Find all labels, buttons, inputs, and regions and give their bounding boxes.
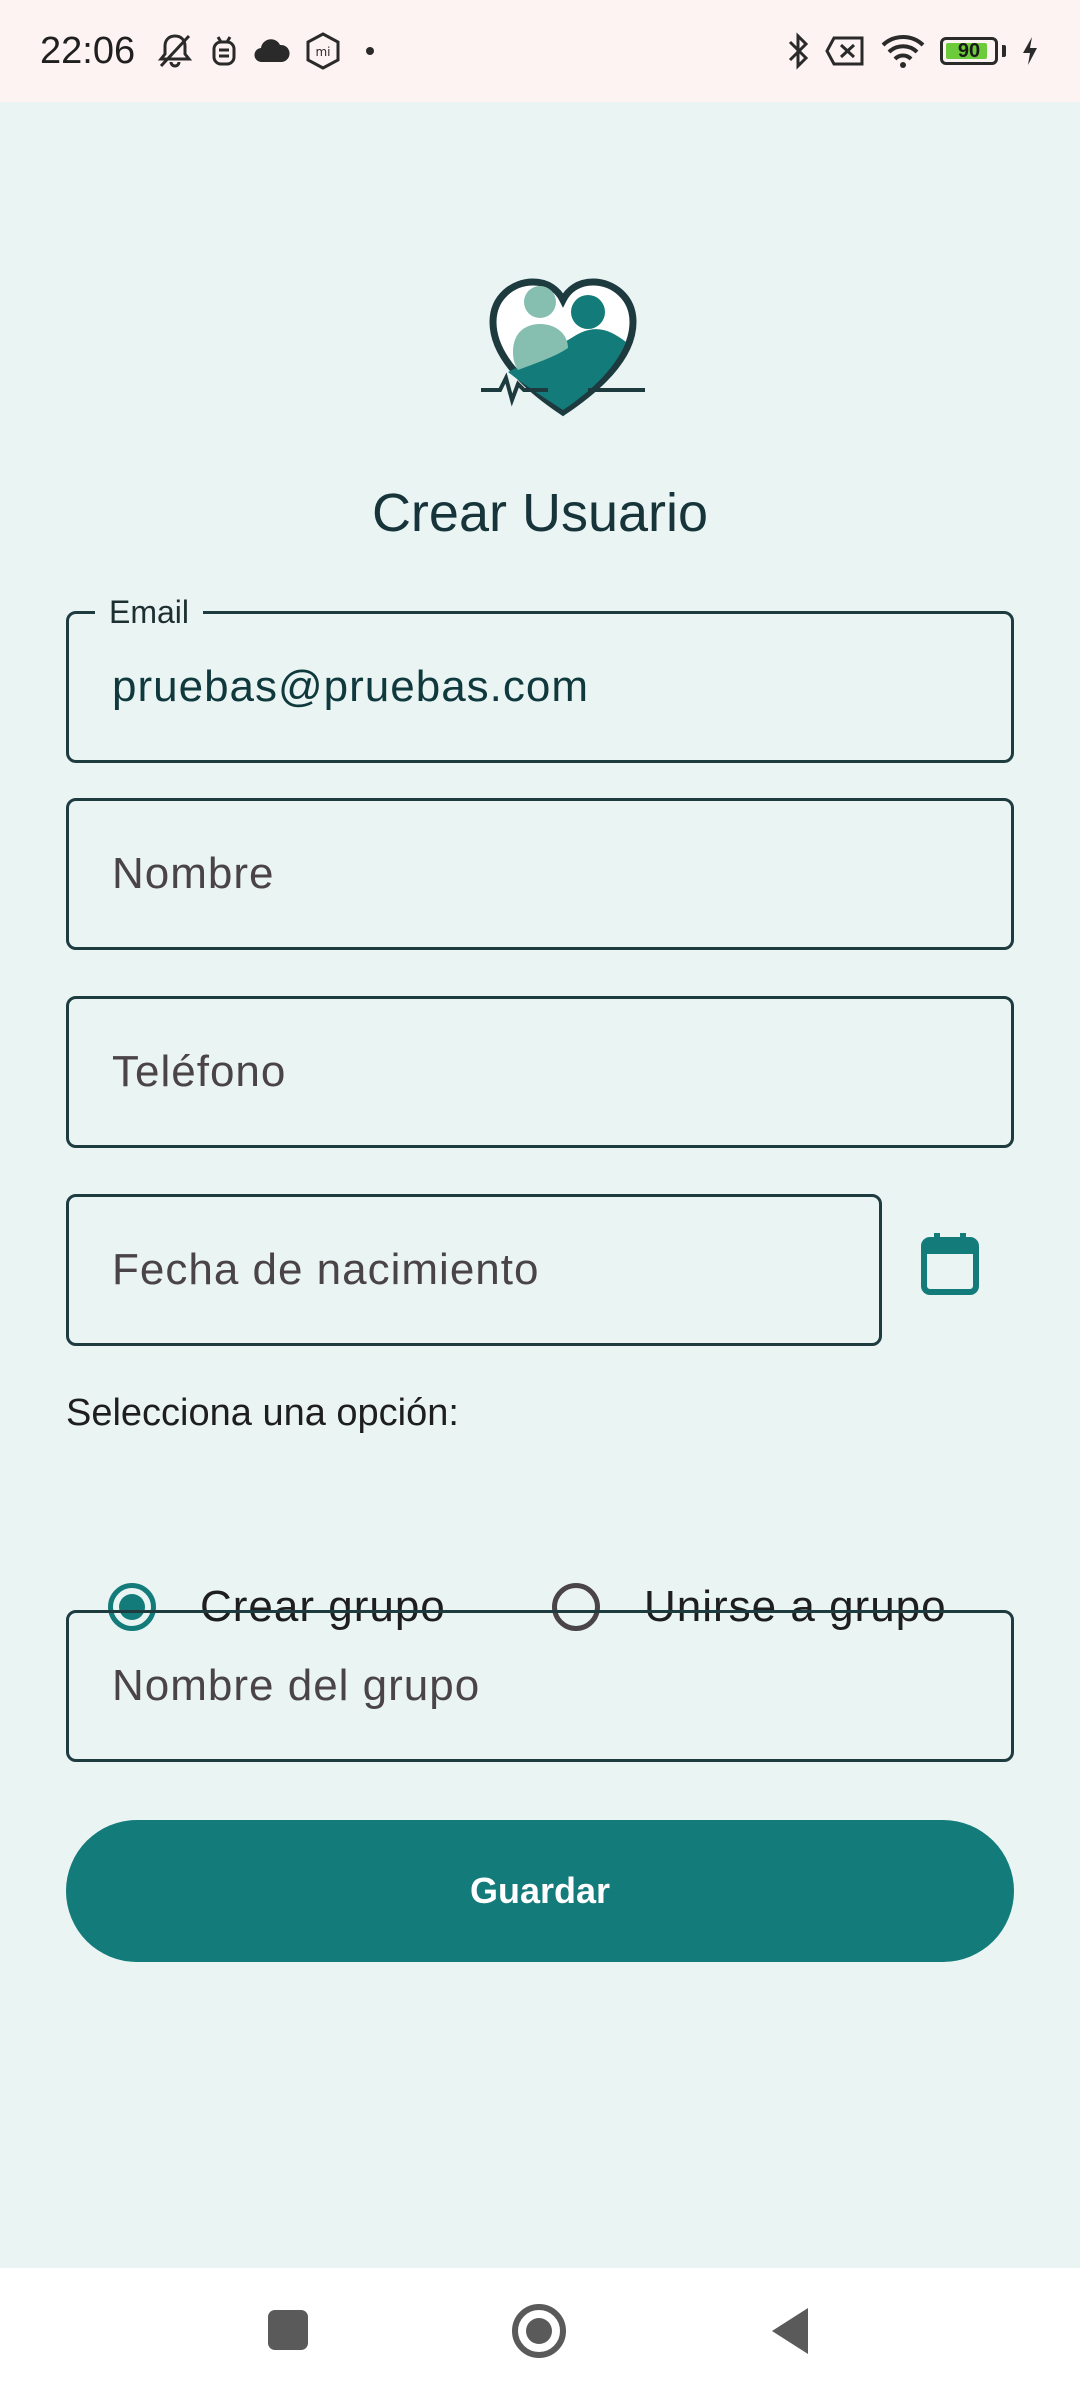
status-time: 22:06 <box>40 29 136 72</box>
email-field[interactable]: Email pruebas@pruebas.com <box>66 594 1014 763</box>
name-placeholder: Nombre <box>112 849 275 898</box>
navigation-bar <box>0 2268 1080 2400</box>
dot-icon <box>355 45 385 57</box>
status-right: 90 <box>786 31 1040 71</box>
birthdate-placeholder: Fecha de nacimiento <box>112 1245 540 1294</box>
birthdate-field[interactable]: Fecha de nacimiento <box>66 1194 882 1346</box>
save-button[interactable]: Guardar <box>66 1820 1014 1962</box>
mi-icon: mi <box>305 32 341 70</box>
calendar-button[interactable] <box>914 1226 986 1306</box>
robot-icon <box>209 34 239 68</box>
group-name-field[interactable]: Nombre del grupo <box>66 1610 1014 1762</box>
phone-field[interactable]: Teléfono <box>66 996 1014 1148</box>
cloud-icon <box>253 37 291 65</box>
app-logo <box>478 272 648 422</box>
back-button[interactable] <box>768 2306 812 2361</box>
calendar-icon <box>920 1232 980 1301</box>
status-left: 22:06 mi <box>40 30 385 73</box>
email-label: Email <box>95 594 204 631</box>
sim-off-icon <box>824 35 866 67</box>
create-user-screen: Crear Usuario Email pruebas@pruebas.com … <box>0 102 1080 2268</box>
phone-placeholder: Teléfono <box>112 1047 287 1096</box>
home-icon <box>510 2302 568 2365</box>
option-prompt: Selecciona una opción: <box>66 1392 459 1434</box>
battery-tip <box>1002 45 1006 57</box>
recents-icon <box>266 2308 310 2357</box>
charging-icon <box>1020 35 1040 67</box>
battery-level: 90 <box>957 39 981 62</box>
email-value: pruebas@pruebas.com <box>112 662 590 711</box>
mute-icon <box>155 32 195 70</box>
battery-body: 90 <box>940 37 998 65</box>
name-field[interactable]: Nombre <box>66 798 1014 950</box>
status-bar: 22:06 mi 90 <box>0 0 1080 102</box>
battery-icon: 90 <box>940 37 998 65</box>
recents-button[interactable] <box>266 2308 310 2357</box>
back-icon <box>768 2306 812 2361</box>
page-title: Crear Usuario <box>371 483 709 543</box>
group-name-placeholder: Nombre del grupo <box>112 1661 481 1710</box>
home-button[interactable] <box>510 2302 568 2365</box>
svg-text:mi: mi <box>316 45 331 59</box>
bluetooth-icon <box>786 31 810 71</box>
wifi-icon <box>880 34 926 68</box>
